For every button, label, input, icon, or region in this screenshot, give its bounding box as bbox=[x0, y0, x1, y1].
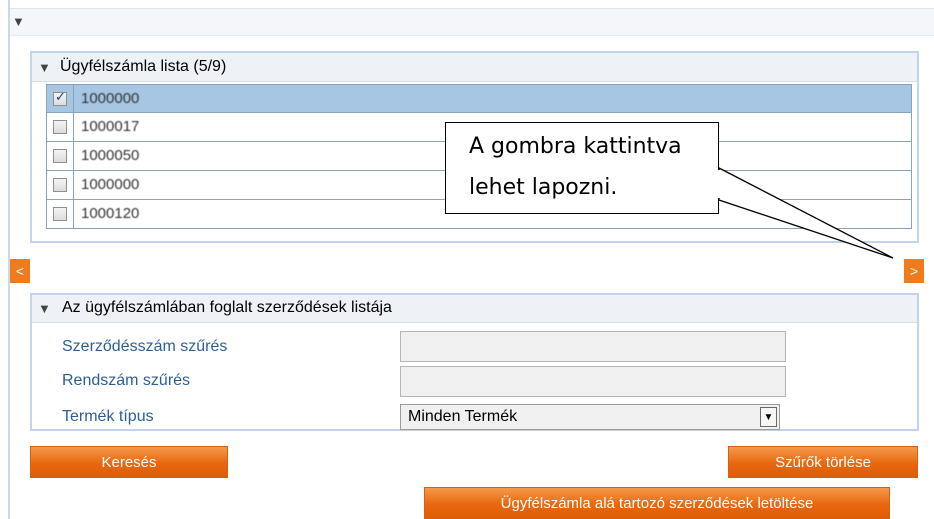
plate-filter-label: Rendszám szűrés bbox=[62, 372, 191, 389]
cell-divider bbox=[73, 200, 74, 228]
triangle-down-icon[interactable]: ▼ bbox=[38, 61, 51, 74]
callout-line-2: lehet lapozni. bbox=[469, 175, 618, 200]
search-button[interactable]: Keresés bbox=[30, 446, 228, 478]
table-row[interactable]: 1000000 bbox=[46, 84, 912, 113]
cell-divider bbox=[73, 142, 74, 170]
download-contracts-button[interactable]: Ügyfélszámla alá tartozó szerződések let… bbox=[424, 487, 890, 519]
chevron-down-icon[interactable]: ▼ bbox=[760, 407, 777, 427]
prev-page-button[interactable]: < bbox=[10, 259, 30, 283]
contract-list-title: Az ügyfélszámlában foglalt szerződések l… bbox=[62, 299, 392, 316]
account-number: 1000050 bbox=[81, 147, 140, 164]
product-type-label: Termék típus bbox=[62, 408, 154, 425]
tooltip-callout: A gombra kattintva lehet lapozni. bbox=[445, 122, 719, 214]
cell-divider bbox=[73, 113, 74, 141]
contract-list-panel: ▼ Az ügyfélszámlában foglalt szerződések… bbox=[30, 293, 919, 431]
callout-line-1: A gombra kattintva bbox=[469, 134, 682, 159]
account-number: 1000120 bbox=[81, 205, 140, 222]
triangle-down-icon[interactable]: ▼ bbox=[38, 302, 51, 315]
product-type-value: Minden Termék bbox=[408, 408, 518, 425]
next-page-button[interactable]: > bbox=[904, 259, 924, 283]
clear-filters-button[interactable]: Szűrők törlése bbox=[728, 446, 918, 478]
page: ▼ ▼ Ügyfélszámla lista (5/9) 1000000 100… bbox=[0, 0, 934, 519]
cell-divider bbox=[73, 171, 74, 199]
plate-filter-input[interactable] bbox=[400, 366, 786, 397]
product-type-select[interactable]: Minden Termék ▼ bbox=[400, 404, 780, 430]
row-checkbox[interactable] bbox=[53, 120, 67, 134]
row-checkbox[interactable] bbox=[53, 149, 67, 163]
triangle-down-icon[interactable]: ▼ bbox=[12, 15, 25, 28]
account-list-header[interactable]: ▼ Ügyfélszámla lista (5/9) bbox=[32, 53, 917, 82]
account-number: 1000000 bbox=[81, 176, 140, 193]
account-number: 1000017 bbox=[81, 118, 140, 135]
contract-filter-input[interactable] bbox=[400, 331, 786, 362]
row-checkbox[interactable] bbox=[53, 207, 67, 221]
row-checkbox[interactable] bbox=[53, 178, 67, 192]
contract-filter-label: Szerződésszám szűrés bbox=[62, 338, 228, 355]
contract-list-header[interactable]: ▼ Az ügyfélszámlában foglalt szerződések… bbox=[32, 295, 917, 323]
cell-divider bbox=[73, 85, 74, 112]
top-collapse-bar[interactable]: ▼ bbox=[10, 8, 934, 36]
row-checkbox[interactable] bbox=[53, 90, 67, 106]
account-list-title: Ügyfélszámla lista (5/9) bbox=[60, 58, 227, 75]
account-number: 1000000 bbox=[81, 90, 140, 107]
